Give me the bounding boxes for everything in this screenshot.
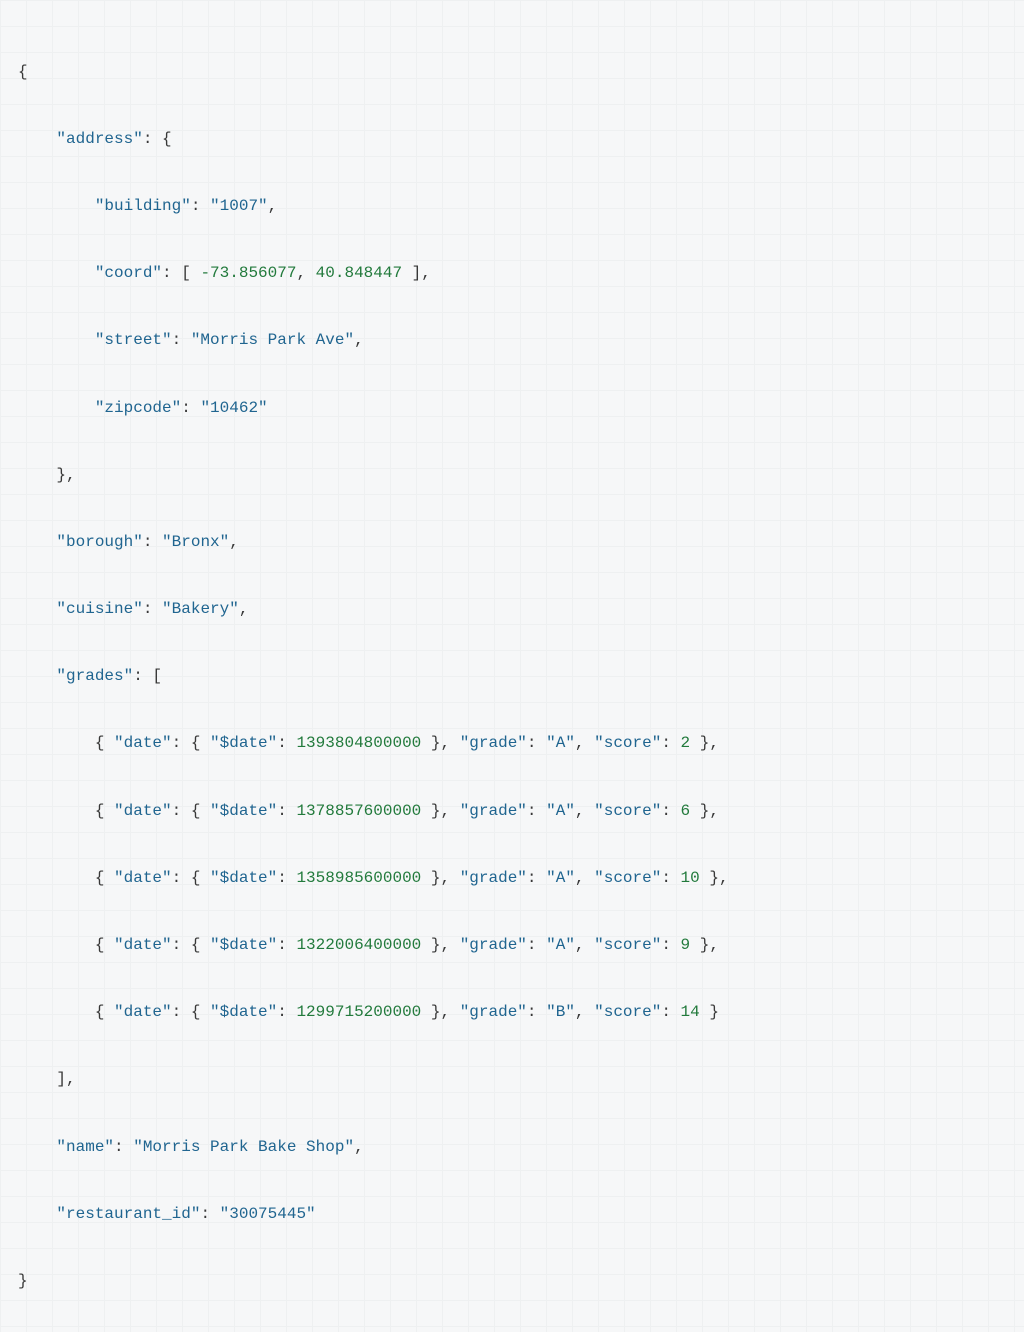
value-score: 10 [681,869,700,887]
key-building: "building" [95,197,191,215]
key-grade: "grade" [460,734,527,752]
value-grade: "A" [546,869,575,887]
code-line: "borough": "Bronx", [18,526,1006,560]
brace-close: } [18,1272,28,1290]
value-date: 1358985600000 [296,869,421,887]
value-date: 1378857600000 [296,802,421,820]
key-date: "date" [114,936,172,954]
code-line: "address": { [18,123,1006,157]
key-grade: "grade" [460,936,527,954]
value-grade: "B" [546,1003,575,1021]
value-street: "Morris Park Ave" [191,331,354,349]
value-score: 9 [681,936,691,954]
code-line: "zipcode": "10462" [18,392,1006,426]
value-score: 14 [681,1003,700,1021]
key-dollar-date: "$date" [210,734,277,752]
code-line: { "date": { "$date": 1393804800000 }, "g… [18,727,1006,761]
code-line: { "date": { "$date": 1322006400000 }, "g… [18,929,1006,963]
key-grades: "grades" [56,667,133,685]
code-line: "street": "Morris Park Ave", [18,324,1006,358]
key-dollar-date: "$date" [210,869,277,887]
value-grade: "A" [546,936,575,954]
value-building: "1007" [210,197,268,215]
value-zipcode: "10462" [200,399,267,417]
value-date: 1393804800000 [296,734,421,752]
key-score: "score" [594,734,661,752]
value-borough: "Bronx" [162,533,229,551]
key-score: "score" [594,869,661,887]
key-score: "score" [594,1003,661,1021]
key-date: "date" [114,869,172,887]
key-dollar-date: "$date" [210,1003,277,1021]
code-line: { "date": { "$date": 1358985600000 }, "g… [18,862,1006,896]
key-grade: "grade" [460,802,527,820]
value-cuisine: "Bakery" [162,600,239,618]
key-date: "date" [114,802,172,820]
code-line: } [18,1265,1006,1299]
code-line: "restaurant_id": "30075445" [18,1198,1006,1232]
code-line: "cuisine": "Bakery", [18,593,1006,627]
key-name: "name" [56,1138,114,1156]
value-score: 6 [681,802,691,820]
value-restaurant-id: "30075445" [220,1205,316,1223]
value-grade: "A" [546,734,575,752]
json-document-block: { "address": { "building": "1007", "coor… [18,22,1006,1332]
value-date: 1299715200000 [296,1003,421,1021]
key-grade: "grade" [460,1003,527,1021]
code-line: "coord": [ -73.856077, 40.848447 ], [18,257,1006,291]
code-line: }, [18,459,1006,493]
code-line: { "date": { "$date": 1299715200000 }, "g… [18,996,1006,1030]
key-restaurant-id: "restaurant_id" [56,1205,200,1223]
value-coord-lat: 40.848447 [316,264,402,282]
code-line: { "date": { "$date": 1378857600000 }, "g… [18,795,1006,829]
value-date: 1322006400000 [296,936,421,954]
key-dollar-date: "$date" [210,802,277,820]
code-line: { [18,56,1006,90]
key-dollar-date: "$date" [210,936,277,954]
value-grade: "A" [546,802,575,820]
key-grade: "grade" [460,869,527,887]
key-cuisine: "cuisine" [56,600,142,618]
key-borough: "borough" [56,533,142,551]
key-date: "date" [114,1003,172,1021]
key-street: "street" [95,331,172,349]
code-line: "name": "Morris Park Bake Shop", [18,1131,1006,1165]
key-score: "score" [594,802,661,820]
key-date: "date" [114,734,172,752]
value-score: 2 [681,734,691,752]
code-line: "grades": [ [18,660,1006,694]
code-line: ], [18,1063,1006,1097]
key-address: "address" [56,130,142,148]
value-name: "Morris Park Bake Shop" [133,1138,354,1156]
value-coord-lon: -73.856077 [200,264,296,282]
key-score: "score" [594,936,661,954]
code-line: "building": "1007", [18,190,1006,224]
brace-open: { [18,63,28,81]
key-zipcode: "zipcode" [95,399,181,417]
key-coord: "coord" [95,264,162,282]
